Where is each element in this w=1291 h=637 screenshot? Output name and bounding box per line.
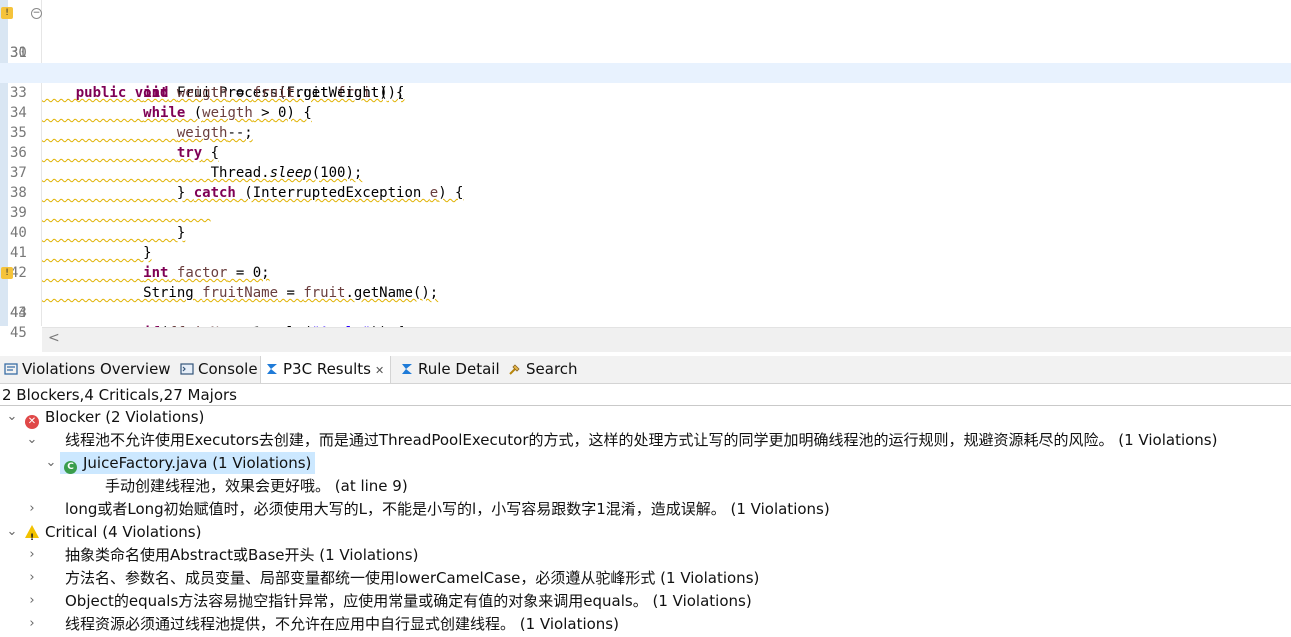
code-line[interactable]: 37 } catch (InterruptedException e) { [0,143,1291,201]
close-icon[interactable]: ✕ [375,364,384,377]
chevron-down-icon[interactable]: ⌄ [26,429,38,451]
tree-node-label: JuiceFactory.java (1 Violations) [83,454,312,472]
code-line[interactable]: 35 try { [0,103,1291,161]
warning-icon: ! [25,525,39,543]
code-line[interactable]: 41 int factor = 0; [0,223,1291,281]
tab-rule-detail[interactable]: Rule Detail [400,356,500,383]
tree-node-label: Blocker (2 Violations) [45,408,205,426]
fold-collapse-icon[interactable]: − [31,8,42,19]
tree-node-label: long或者Long初始赋值时，必须使用大写的L，不能是小写的l，小写容易跟数字… [65,500,830,518]
code-line[interactable]: 38 [0,163,1291,201]
tab-p3c-results[interactable]: P3C Results ✕ [260,356,392,383]
chevron-down-icon[interactable]: ⌄ [6,521,18,543]
chevron-right-icon[interactable]: › [26,613,38,635]
scroll-left-icon[interactable]: < [48,330,60,346]
code-line[interactable]: 31 workers.submit(() -> { [0,23,1291,81]
tree-node-label: 线程资源必须通过线程池提供，不允许在应用中自行显式创建线程。 (1 Violat… [65,615,619,633]
code-line[interactable]: 44 factor = 1; [0,283,1291,341]
code-editor[interactable]: ! 30 − public void FruitProcess(Fruit fr… [0,0,1291,352]
view-tab-bar: Violations Overview Console P3C Results ✕… [0,356,1291,384]
p3c-logo-icon [402,364,412,374]
code-line[interactable]: ! 30 − public void FruitProcess(Fruit fr… [0,3,1291,101]
code-line[interactable]: 39 } [0,183,1291,241]
blocker-node-content: ✕ Blocker (2 Violations) [25,406,204,429]
code-line[interactable]: ! 43 if(fruitName.equals("Apple")) { [0,263,1291,341]
code-line[interactable]: 32 int weigth = fruit.getWeight(); [0,43,1291,101]
tab-label: Console [198,360,258,378]
code-line-current[interactable]: 33 while (weigth > 0) { [0,63,1291,121]
critical-node-content: ! Critical (4 Violations) [25,521,201,543]
chevron-down-icon[interactable]: ⌄ [6,406,18,428]
tab-console[interactable]: Console [180,356,258,383]
tab-violations-overview[interactable]: Violations Overview [4,356,171,383]
tab-label: Rule Detail [418,360,500,378]
code-line[interactable]: 42 String fruitName = fruit.getName(); [0,243,1291,301]
search-flashlight-icon [509,364,520,375]
tab-label: P3C Results [283,360,371,378]
code-line[interactable]: 40 } [0,203,1291,261]
violations-overview-icon [4,363,18,375]
tab-label: Search [526,360,578,378]
tab-label: Violations Overview [22,360,171,378]
tree-node-label: 方法名、参数名、成员变量、局部变量都统一使用lowerCamelCase，必须遵… [65,569,760,587]
file-node-selected[interactable]: C JuiceFactory.java (1 Violations) [60,452,316,474]
line-number: 45 [10,325,27,341]
tab-search[interactable]: Search [508,356,578,383]
code-line[interactable]: 45 } [0,303,1291,352]
warning-marker-icon[interactable]: ! [1,267,13,279]
tree-node-label: 抽象类命名使用Abstract或Base开头 (1 Violations) [65,546,419,564]
chevron-down-icon[interactable]: ⌄ [45,452,57,474]
horizontal-scrollbar[interactable]: < [42,327,1291,352]
chevron-right-icon[interactable]: › [26,590,38,612]
p3c-logo-icon [267,364,277,374]
blocker-icon: ✕ [25,415,39,429]
tree-node-label: Object的equals方法容易抛空指针异常，应使用常量或确定有值的对象来调用… [65,592,752,610]
chevron-right-icon[interactable]: › [26,544,38,566]
java-class-icon: C [64,461,77,474]
code-line[interactable]: 36 Thread.sleep(100); [0,123,1291,181]
console-icon [180,363,194,375]
tree-node-label: 手动创建线程池，效果会更好哦。 (at line 9) [105,477,408,495]
tree-node-label: 线程池不允许使用Executors去创建，而是通过ThreadPoolExecu… [65,431,1218,449]
chevron-right-icon[interactable]: › [26,498,38,520]
chevron-right-icon[interactable]: › [26,567,38,589]
tree-node-label: Critical (4 Violations) [45,523,202,541]
warning-marker-icon[interactable]: ! [1,7,13,19]
code-line[interactable]: 34 weigth--; [0,83,1291,141]
violation-summary: 2 Blockers,4 Criticals,27 Majors [2,386,237,404]
